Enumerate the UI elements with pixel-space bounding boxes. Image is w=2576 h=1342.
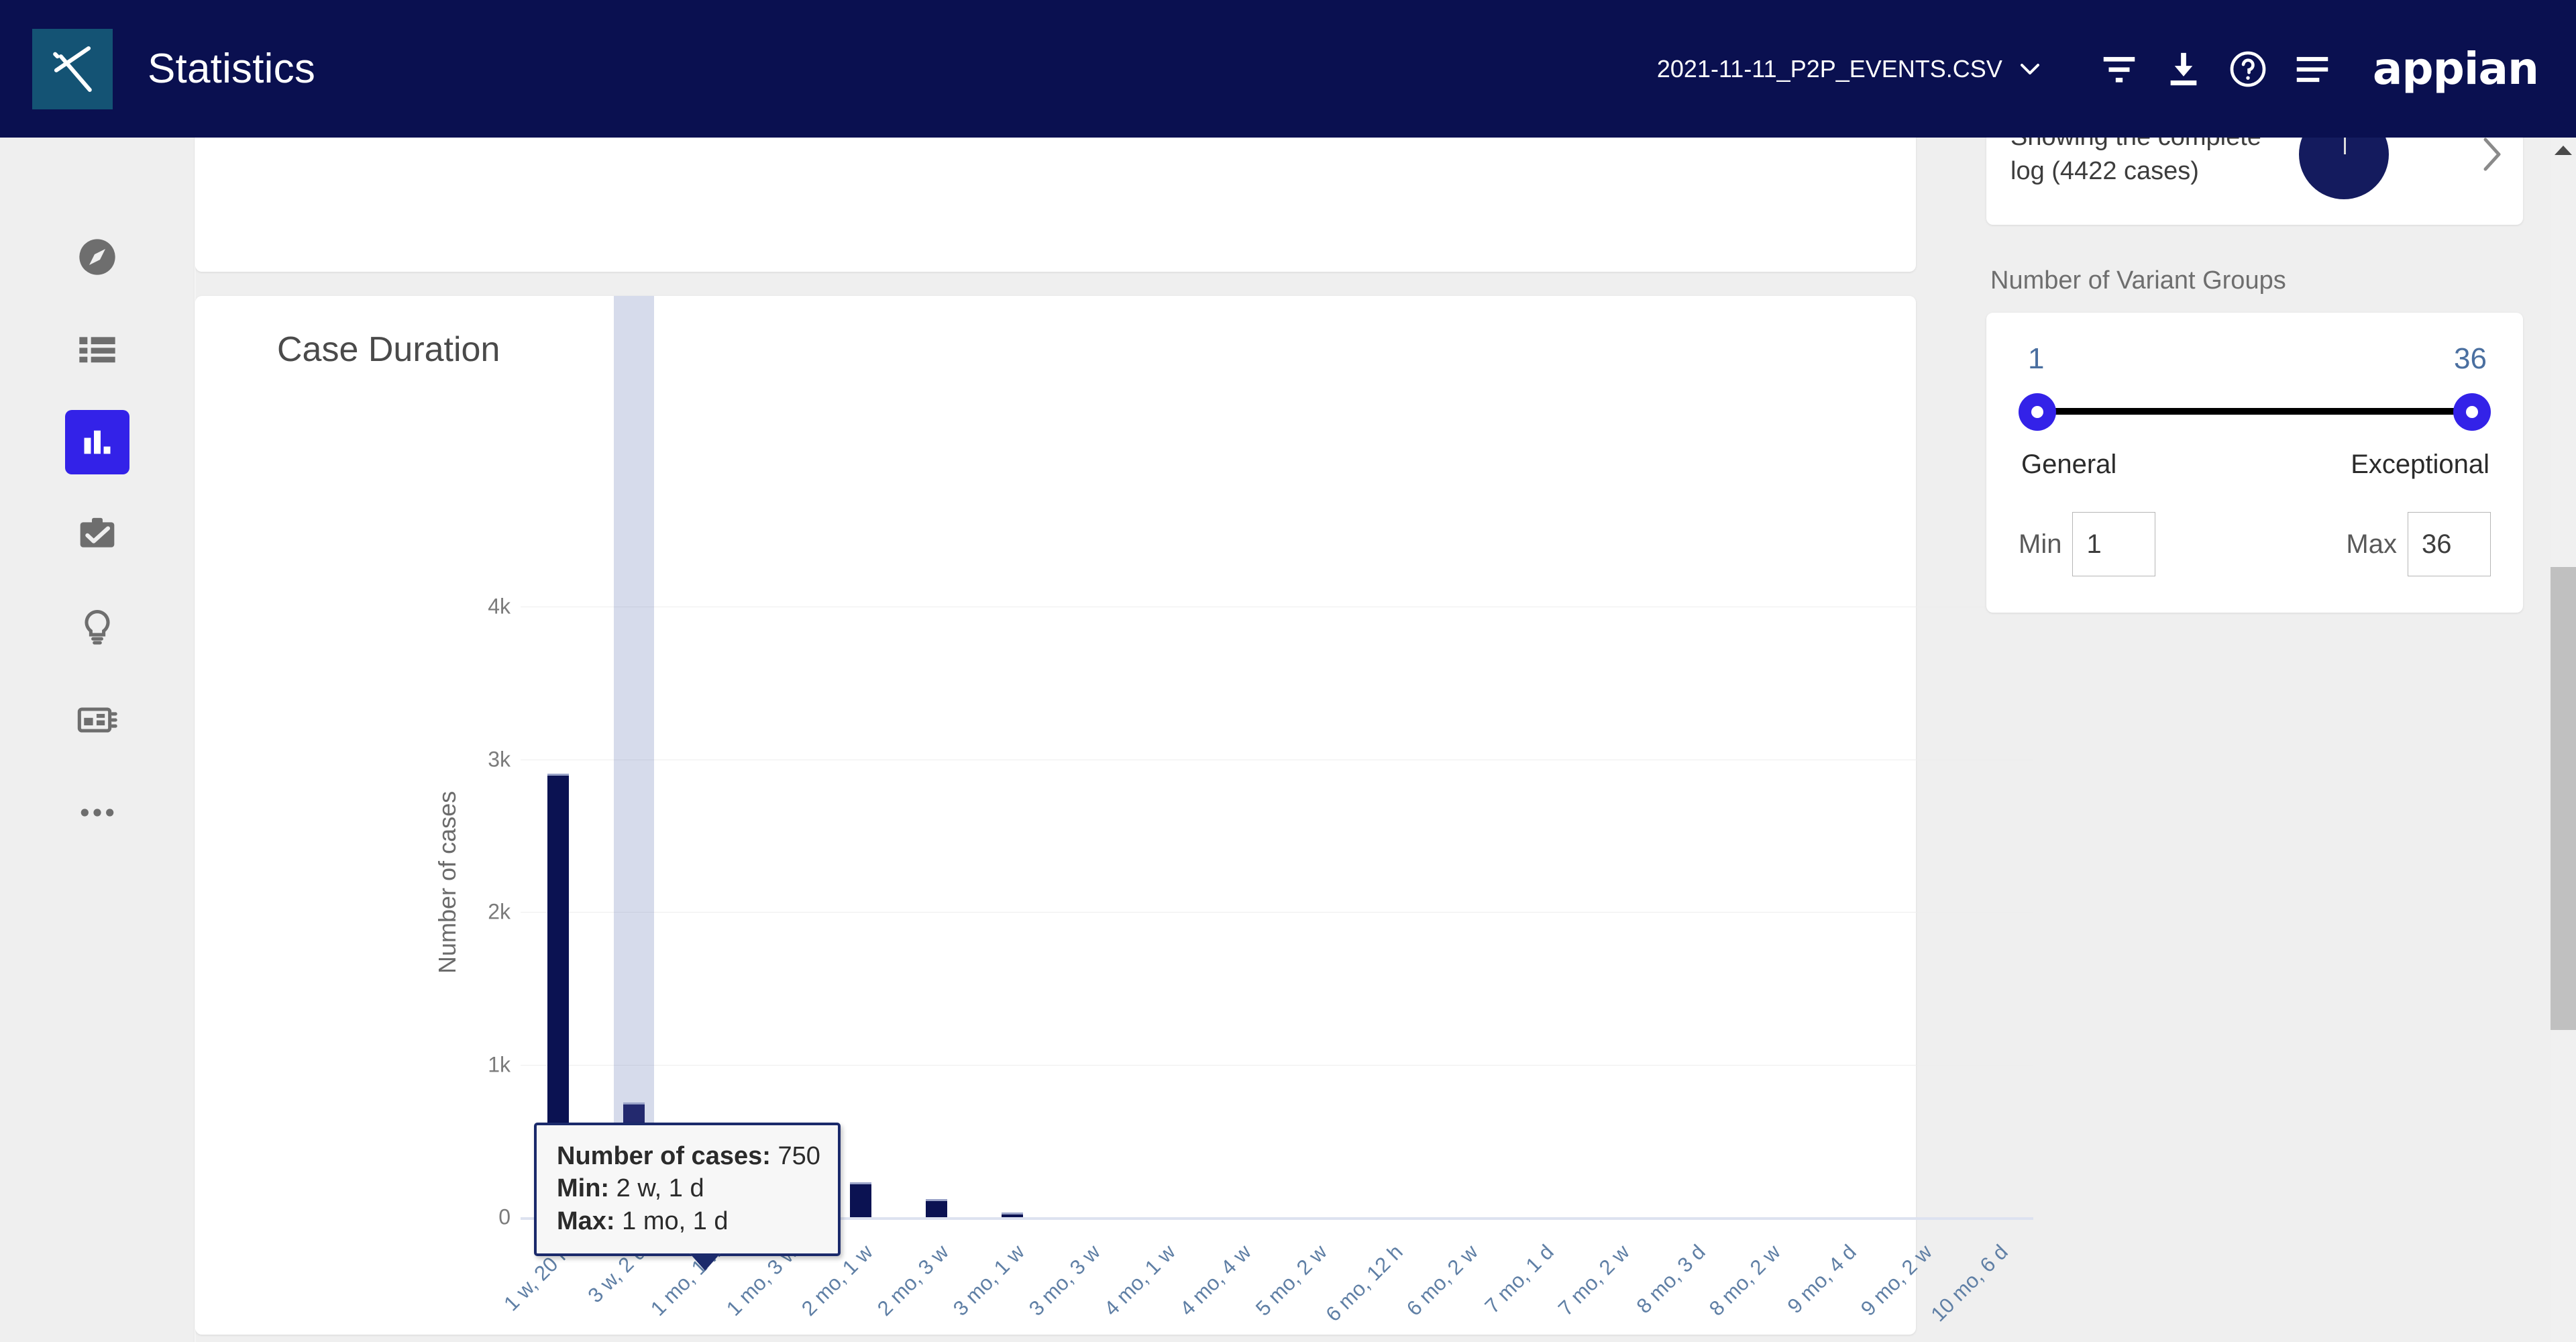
upper-card-partial xyxy=(195,138,1916,272)
tooltip-cases-value: 750 xyxy=(777,1142,820,1170)
clipboard-check-icon xyxy=(76,513,119,556)
sidebar-item-tasks[interactable] xyxy=(65,503,129,567)
min-input-label: Min xyxy=(2019,529,2062,559)
compass-icon xyxy=(76,236,119,278)
y-axis-tick-label: 3k xyxy=(488,747,511,771)
tooltip-min-row: Min: 2 w, 1 d xyxy=(557,1172,820,1204)
y-axis-tick-label: 0 xyxy=(498,1204,511,1229)
bar[interactable] xyxy=(926,1198,948,1217)
slider-label-exceptional: Exceptional xyxy=(2351,450,2489,479)
log-summary-text: Showing the complete log (4422 cases) xyxy=(2010,138,2261,185)
main-content-area: Case Duration Number of cases 0 1k 2k 3k 4k … xyxy=(195,138,2576,1342)
y-axis-tick-label: 2k xyxy=(488,899,511,924)
slider-max-value: 36 xyxy=(2454,342,2487,375)
bar[interactable] xyxy=(850,1182,872,1217)
bar[interactable] xyxy=(1001,1212,1023,1217)
tooltip-cases-label: Number of cases: xyxy=(557,1142,771,1170)
slider-label-general: General xyxy=(2021,450,2117,479)
case-duration-chart: Number of cases 0 1k 2k 3k 4k 1 w, 20 h3 w, … xyxy=(195,296,2033,1335)
hover-highlight-band xyxy=(614,296,655,1217)
tooltip-min-value: 2 w, 1 d xyxy=(616,1174,704,1203)
case-duration-card: Case Duration Number of cases 0 1k 2k 3k 4k … xyxy=(195,296,2033,1335)
file-selector[interactable]: 2021-11-11_P2P_EVENTS.CSV xyxy=(1657,55,2040,83)
variant-groups-label: Number of Variant Groups xyxy=(1990,266,2286,295)
max-input-label: Max xyxy=(2346,529,2397,559)
slider-track xyxy=(2044,408,2465,415)
left-sidebar xyxy=(0,138,195,1342)
brand-logo: appian xyxy=(2372,43,2539,95)
y-axis-tick-label: 1k xyxy=(488,1052,511,1076)
chart-tooltip: Number of cases: 750 Min: 2 w, 1 d Max: … xyxy=(534,1123,841,1271)
lightbulb-icon xyxy=(76,606,119,649)
sidebar-item-statistics[interactable] xyxy=(64,410,129,474)
sidebar-item-explore[interactable] xyxy=(65,225,129,289)
y-axis-title: Number of cases xyxy=(433,790,461,974)
log-summary-card[interactable]: Showing the complete log (4422 cases) xyxy=(1986,138,2523,225)
variant-groups-slider[interactable] xyxy=(2019,382,2491,440)
sidebar-item-list[interactable] xyxy=(65,317,129,382)
help-icon[interactable] xyxy=(2216,37,2280,101)
ellipsis-icon xyxy=(76,791,119,834)
scrollbar-thumb[interactable] xyxy=(2551,567,2576,1030)
list-icon xyxy=(76,328,119,371)
tooltip-max-label: Max: xyxy=(557,1206,615,1235)
slider-thumb-min[interactable] xyxy=(2019,393,2056,431)
filter-icon[interactable] xyxy=(2087,37,2151,101)
max-input[interactable]: 36 xyxy=(2408,512,2491,576)
y-axis-tick-label: 4k xyxy=(488,594,511,619)
tooltip-max-value: 1 mo, 1 d xyxy=(622,1206,729,1235)
vertical-scrollbar[interactable] xyxy=(2551,138,2576,1342)
variant-groups-slider-card: 1 36 General Exceptional Min 1 Max 36 xyxy=(1986,313,2523,613)
tooltip-max-row: Max: 1 mo, 1 d xyxy=(557,1205,820,1237)
menu-icon[interactable] xyxy=(2280,37,2345,101)
chevron-right-icon[interactable] xyxy=(2481,138,2503,172)
right-panel: Showing the complete log (4422 cases) Nu… xyxy=(1986,138,2523,613)
bar-chart-icon xyxy=(80,425,115,460)
top-bar-actions: 2021-11-11_P2P_EVENTS.CSV appian xyxy=(1657,37,2576,101)
download-icon[interactable] xyxy=(2151,37,2216,101)
x-axis-tick-label: 1 w, 20 h xyxy=(499,1240,576,1316)
sidebar-item-dashboard[interactable] xyxy=(65,688,129,752)
file-name-label: 2021-11-11_P2P_EVENTS.CSV xyxy=(1656,54,2002,83)
slider-value-labels: 1 36 xyxy=(2019,342,2491,382)
min-input[interactable]: 1 xyxy=(2072,512,2156,576)
slider-min-value: 1 xyxy=(2028,342,2045,375)
top-navigation-bar: Statistics 2021-11-11_P2P_EVENTS.CSV app… xyxy=(0,0,2576,138)
tooltip-cases-row: Number of cases: 750 xyxy=(557,1140,820,1172)
pie-chart-icon xyxy=(2299,138,2389,199)
dashboard-icon xyxy=(76,699,119,741)
page-title: Statistics xyxy=(148,46,316,92)
slider-thumb-max[interactable] xyxy=(2453,393,2491,431)
scroll-up-arrow-icon[interactable] xyxy=(2555,146,2572,155)
sidebar-item-more[interactable] xyxy=(65,780,129,845)
tooltip-min-label: Min: xyxy=(557,1174,610,1203)
appian-k-logo-icon[interactable] xyxy=(32,28,113,109)
sidebar-item-insights[interactable] xyxy=(65,595,129,660)
min-max-inputs-row: Min 1 Max 36 xyxy=(2019,512,2491,576)
chevron-down-icon xyxy=(2020,63,2039,74)
bar-series xyxy=(521,296,2033,1217)
slider-end-labels: General Exceptional xyxy=(2019,440,2491,480)
